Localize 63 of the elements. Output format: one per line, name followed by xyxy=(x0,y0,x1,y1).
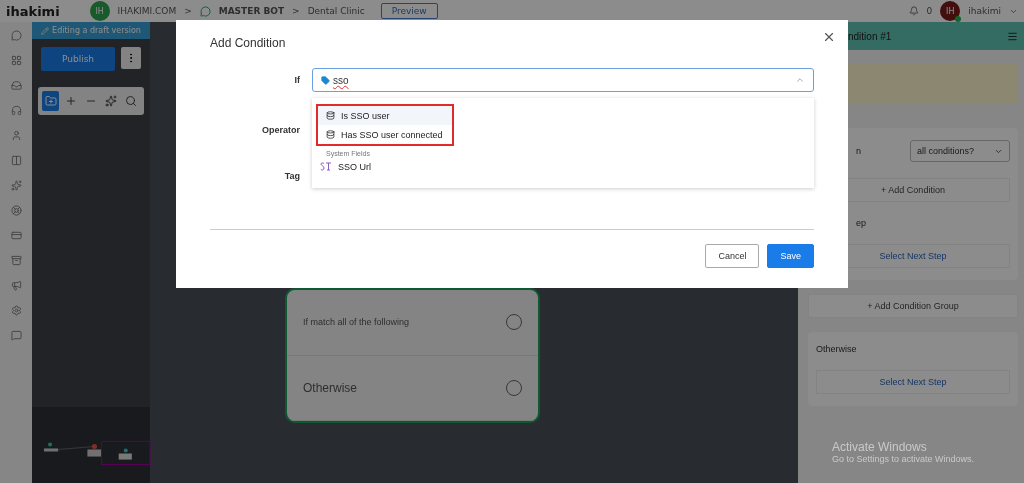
database-icon xyxy=(326,111,335,120)
publish-button[interactable]: Publish xyxy=(41,47,115,71)
condition-node[interactable]: If match all of the following Otherwise xyxy=(285,288,540,423)
archive-icon[interactable] xyxy=(10,255,22,266)
bot-name[interactable]: MASTER BOT xyxy=(218,6,285,16)
select-next-step-button[interactable]: Select Next Step xyxy=(816,370,1010,394)
notification-count: 0 xyxy=(926,6,933,16)
activation-title: Activate Windows xyxy=(832,440,928,454)
breadcrumb-separator: > xyxy=(292,6,300,16)
breadcrumb-separator: > xyxy=(184,6,192,16)
more-button[interactable] xyxy=(121,47,141,69)
card-icon[interactable] xyxy=(10,230,22,241)
cancel-button[interactable]: Cancel xyxy=(705,244,760,268)
search-icon xyxy=(125,95,138,107)
inbox-icon[interactable] xyxy=(10,80,22,91)
workspace-name[interactable]: IHAKIMI.COM xyxy=(117,6,177,16)
user-name[interactable]: ihakimi xyxy=(968,6,1001,16)
chat-icon[interactable] xyxy=(10,30,22,41)
page-name: Dental Clinic xyxy=(307,6,365,16)
save-button[interactable]: Save xyxy=(767,244,814,268)
zoom-in-icon xyxy=(64,95,77,107)
node-row-label: Otherwise xyxy=(302,380,358,395)
tag-icon xyxy=(321,75,330,85)
columns-icon[interactable] xyxy=(10,155,22,166)
node-row-label: If match all of the following xyxy=(302,317,410,328)
preview-button[interactable]: Preview xyxy=(380,3,438,19)
lifebuoy-icon[interactable] xyxy=(10,205,22,216)
dropdown-option[interactable]: Is SSO user xyxy=(318,106,452,125)
magic-icon xyxy=(105,95,118,107)
settings-icon[interactable] xyxy=(10,305,22,316)
field-label: If xyxy=(293,75,300,85)
otherwise-label: Otherwise xyxy=(816,344,858,354)
match-label: n xyxy=(856,146,861,156)
apps-icon[interactable] xyxy=(10,55,22,66)
megaphone-icon[interactable] xyxy=(10,280,22,291)
logo[interactable]: ihakimi xyxy=(6,3,60,19)
add-node-icon xyxy=(44,95,57,107)
menu-icon[interactable] xyxy=(1007,30,1018,42)
draft-banner: Editing a draft version xyxy=(32,22,150,39)
condition-search-field[interactable]: sso xyxy=(312,68,814,92)
next-step-label: ep xyxy=(855,218,867,228)
field-label: Operator xyxy=(261,125,300,135)
database-icon xyxy=(326,130,335,139)
dropdown-option[interactable]: Has SSO user connected xyxy=(318,125,452,144)
add-condition-group-button[interactable]: + Add Condition Group xyxy=(808,294,1018,318)
add-node-button[interactable] xyxy=(42,91,60,111)
user-avatar[interactable]: IH xyxy=(940,1,961,21)
close-icon xyxy=(822,30,836,44)
chat-bubble-icon xyxy=(199,5,211,17)
panel-title: ndition #1 xyxy=(848,30,892,42)
support-icon[interactable] xyxy=(10,105,22,116)
field-label: Tag xyxy=(283,171,300,181)
bell-icon[interactable] xyxy=(908,6,919,16)
dropdown-option[interactable]: SSO Url xyxy=(312,157,814,176)
workspace-avatar: IH xyxy=(89,1,110,21)
match-select[interactable]: all conditions? xyxy=(910,140,1010,162)
dialog-title: Add Condition xyxy=(210,36,287,50)
magic-icon[interactable] xyxy=(10,180,22,191)
help-icon[interactable] xyxy=(10,330,22,341)
close-button[interactable] xyxy=(822,30,836,44)
text-field-icon xyxy=(320,162,332,171)
chevron-up-icon xyxy=(795,75,805,85)
user-icon[interactable] xyxy=(10,130,22,141)
